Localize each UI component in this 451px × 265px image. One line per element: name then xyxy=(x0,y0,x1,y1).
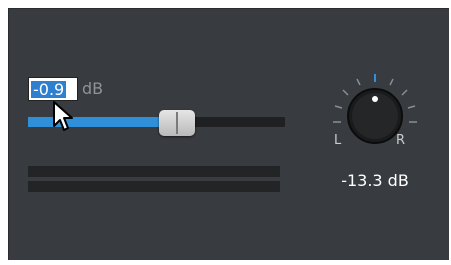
gain-value-selected: -0.9 xyxy=(31,80,67,99)
gain-unit-label: dB xyxy=(82,79,104,98)
level-meter-left xyxy=(28,166,280,177)
level-meter-right xyxy=(28,181,280,192)
pan-right-label: R xyxy=(396,133,406,148)
gain-slider-thumb[interactable] xyxy=(159,110,195,136)
gain-input[interactable]: -0.9 xyxy=(28,77,78,101)
pan-knob-indicator xyxy=(372,96,378,102)
pan-left-label: L xyxy=(334,133,342,148)
gain-slider-fill xyxy=(28,117,177,127)
pan-value-readout: -13.3 dB xyxy=(341,171,409,190)
mouse-pointer-icon xyxy=(53,101,73,131)
